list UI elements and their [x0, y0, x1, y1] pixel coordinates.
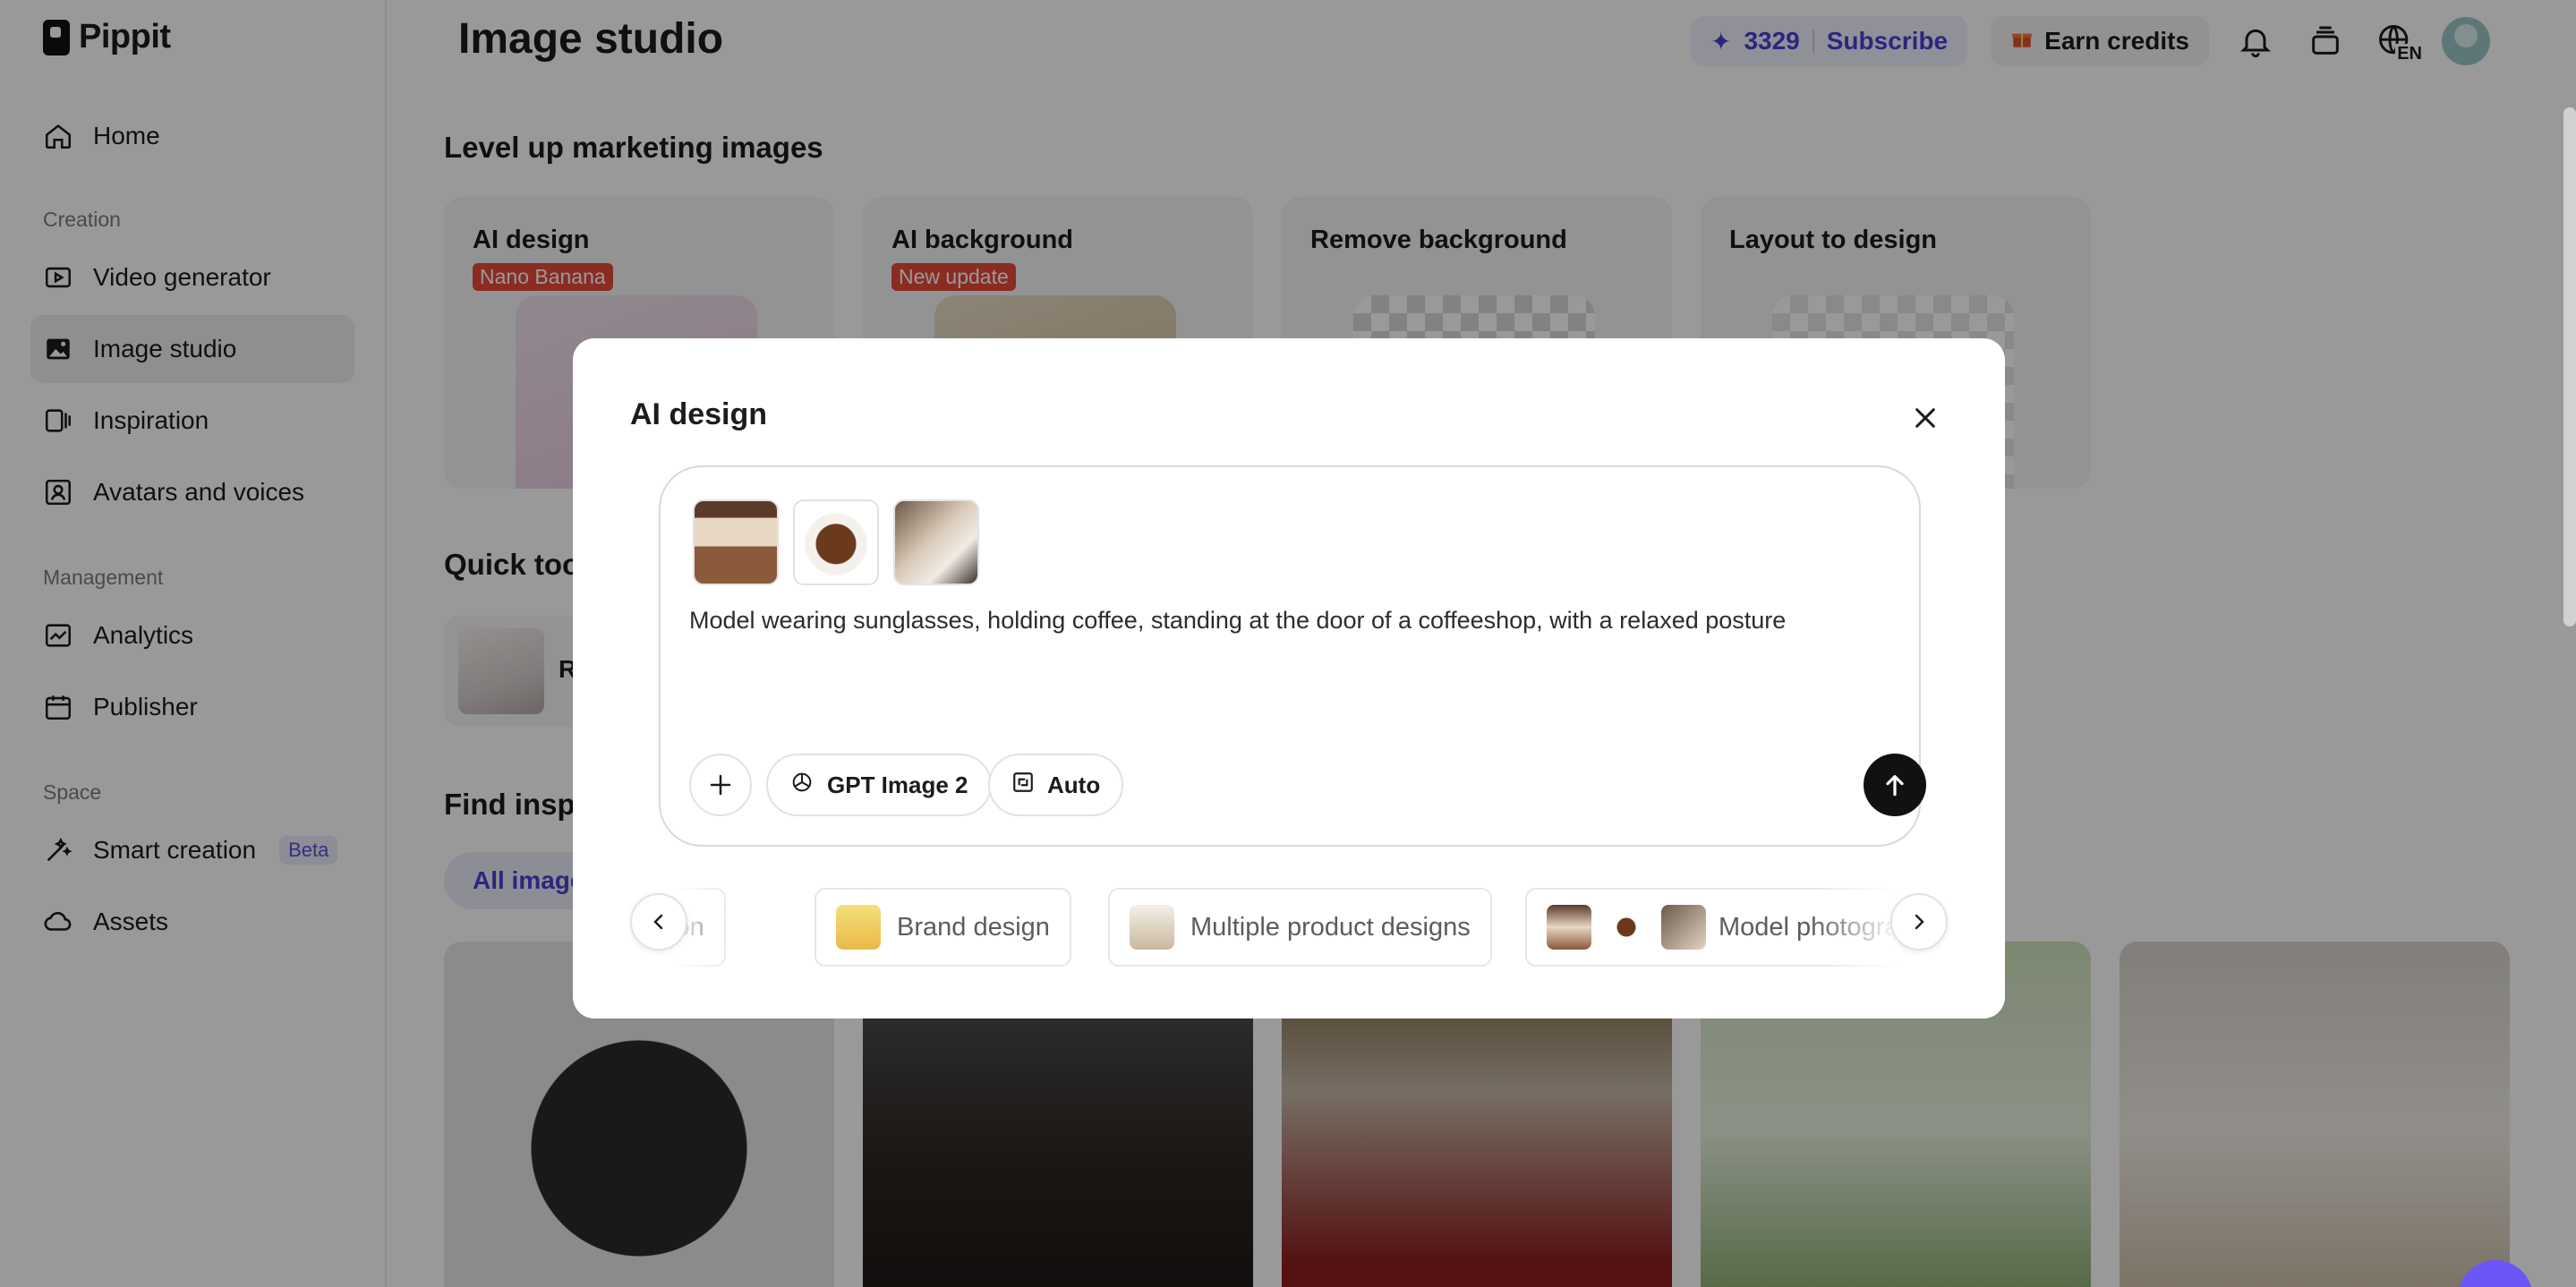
ai-design-modal: AI design Model wearing sunglasses, hold… [573, 338, 2005, 1019]
reference-image-coffeeshop[interactable] [693, 499, 779, 585]
reference-image-coffee-cup[interactable] [793, 499, 879, 585]
send-button[interactable] [1864, 754, 1926, 816]
suggestion-label: Multiple product designs [1190, 912, 1471, 942]
openai-icon [789, 770, 815, 801]
prompt-composer: Model wearing sunglasses, holding coffee… [659, 465, 1926, 847]
model-select-button[interactable]: GPT Image 2 [766, 754, 992, 816]
suggestion-label: Brand design [897, 912, 1050, 942]
page-scrollbar[interactable] [2563, 107, 2576, 626]
model-thumbnail [1661, 905, 1706, 950]
suggestion-brand-design[interactable]: Brand design [815, 888, 1071, 967]
modal-title: AI design [630, 397, 768, 431]
aspect-ratio-icon [1011, 771, 1035, 800]
product-thumbnail [1130, 905, 1174, 950]
close-icon[interactable] [1905, 397, 1946, 439]
prompt-textarea[interactable]: Model wearing sunglasses, holding coffee… [689, 607, 1786, 635]
brand-design-thumbnail [836, 905, 881, 950]
carousel-prev-button[interactable] [630, 893, 687, 950]
model-label: GPT Image 2 [827, 771, 968, 798]
aspect-ratio-button[interactable]: Auto [988, 754, 1124, 816]
aspect-ratio-label: Auto [1047, 771, 1101, 798]
reference-image-model[interactable] [893, 499, 979, 585]
suggestion-carousel: ion Brand design Multiple product design… [630, 881, 1955, 967]
add-reference-button[interactable] [689, 754, 752, 816]
coffee-thumbnail [1604, 905, 1649, 950]
coffeeshop-thumbnail [1547, 905, 1591, 950]
suggestion-multiple-product-designs[interactable]: Multiple product designs [1108, 888, 1492, 967]
carousel-next-button[interactable] [1890, 893, 1948, 950]
